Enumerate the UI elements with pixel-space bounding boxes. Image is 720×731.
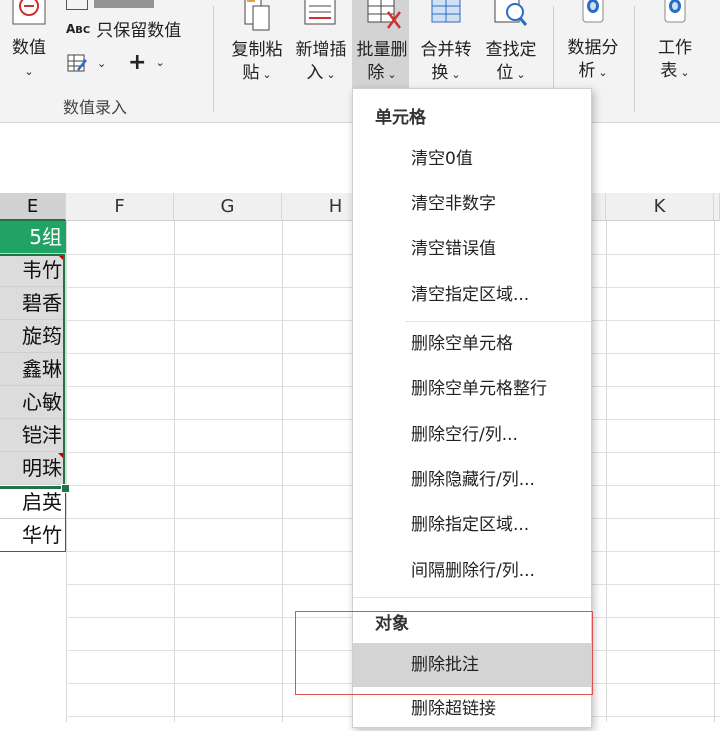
- chevron-down-icon: ⌄: [451, 68, 461, 81]
- insert-label-1: 新增插: [295, 40, 347, 60]
- numeric-button[interactable]: 数值 ⌄: [6, 0, 52, 83]
- menu-item-delete-empty-cells[interactable]: 删除空单元格: [353, 322, 591, 366]
- merge-convert-button[interactable]: 合并转 换 ⌄: [414, 0, 478, 86]
- insert-button[interactable]: 新增插 入 ⌄: [290, 0, 352, 86]
- data-analysis-label-2-text: 析: [578, 61, 596, 81]
- batch-delete-label-2: 除 ⌄: [352, 62, 412, 86]
- plus-icon: +: [128, 50, 147, 75]
- find-icon: [494, 0, 528, 26]
- cell-group-header[interactable]: 5组: [0, 221, 66, 254]
- chevron-down-icon: ⌄: [262, 68, 272, 81]
- batch-delete-label-2-text: 除: [367, 63, 385, 83]
- copy-paste-label-2-text: 贴: [242, 63, 260, 83]
- chevron-down-icon: ⌄: [387, 68, 397, 81]
- abc-icon: ABC: [66, 21, 91, 36]
- merge-label-1: 合并转: [420, 40, 472, 60]
- batch-delete-icon: [367, 0, 401, 29]
- find-label-2: 位 ⌄: [480, 62, 542, 86]
- worksheet-icon: [664, 0, 686, 23]
- chevron-down-icon: ⌄: [24, 65, 34, 78]
- insert-label-2-text: 入: [306, 63, 324, 83]
- column-header-f[interactable]: F: [66, 193, 174, 221]
- fill-handle[interactable]: [61, 484, 70, 493]
- grid-line: [714, 221, 715, 722]
- column-header-k[interactable]: K: [606, 193, 714, 221]
- column-header-g[interactable]: G: [174, 193, 282, 221]
- find-locate-button[interactable]: 查找定 位 ⌄: [480, 0, 542, 86]
- menu-item-delete-range[interactable]: 删除指定区域...: [353, 503, 591, 547]
- format-cells-button[interactable]: ⌄: [66, 52, 106, 74]
- chevron-down-icon: ⌄: [155, 56, 165, 69]
- keep-numeric-button[interactable]: ABC 只保留数值: [66, 16, 181, 41]
- plus-button[interactable]: + ⌄: [128, 50, 165, 75]
- copy-paste-label-1: 复制粘: [231, 40, 283, 60]
- chevron-down-icon: ⌄: [680, 66, 690, 79]
- copy-paste-button[interactable]: 复制粘 贴 ⌄: [226, 0, 288, 86]
- cut-icon: [66, 0, 88, 10]
- grid-line: [282, 221, 283, 722]
- chevron-down-icon: ⌄: [598, 66, 608, 79]
- copy-paste-icon: [244, 0, 270, 31]
- find-label-1: 查找定: [485, 40, 537, 60]
- menu-item-clear-range[interactable]: 清空指定区域...: [353, 273, 591, 317]
- data-analysis-label-1: 数据分: [567, 38, 619, 58]
- merge-label-2-text: 换: [431, 63, 449, 83]
- grid-line: [174, 221, 175, 722]
- menu-item-interval-delete[interactable]: 间隔删除行/列...: [353, 549, 591, 593]
- menu-item-clear-errors[interactable]: 清空错误值: [353, 227, 591, 271]
- insert-label-2: 入 ⌄: [290, 62, 352, 86]
- column-header-e[interactable]: E: [0, 193, 66, 221]
- menu-item-delete-empty-rows-cols[interactable]: 删除空行/列...: [353, 413, 591, 457]
- data-analysis-label-2: 析 ⌄: [560, 60, 626, 84]
- merge-icon: [431, 0, 461, 23]
- batch-delete-label-1: 批量删: [356, 40, 408, 60]
- numeric-icon: [12, 0, 46, 25]
- insert-icon: [304, 0, 336, 25]
- chevron-down-icon: ⌄: [326, 68, 336, 81]
- keep-numeric-label: 只保留数值: [96, 21, 182, 41]
- copy-paste-label-2: 贴 ⌄: [226, 62, 288, 86]
- find-label-2-text: 位: [496, 63, 514, 83]
- batch-delete-button[interactable]: 批量删 除 ⌄: [352, 0, 412, 86]
- column-header-next: [714, 193, 720, 221]
- chevron-down-icon: ⌄: [516, 68, 526, 81]
- grid-line: [606, 221, 607, 722]
- group-separator: [213, 6, 214, 112]
- worksheet-button[interactable]: 工作 表 ⌄: [644, 0, 706, 84]
- worksheet-label-2: 表 ⌄: [644, 60, 706, 84]
- group-label-numeric-entry: 数值录入: [63, 98, 128, 117]
- data-analysis-button[interactable]: 数据分 析 ⌄: [560, 0, 626, 84]
- menu-item-delete-empty-rows[interactable]: 删除空单元格整行: [353, 367, 591, 411]
- table-border: [0, 488, 66, 552]
- menu-separator: [353, 597, 591, 598]
- menu-section-cells: 单元格: [375, 108, 426, 128]
- selection-border: [0, 254, 65, 488]
- small-row-top-cut: [66, 0, 154, 12]
- cut-text-fragment: [94, 0, 154, 8]
- data-analysis-icon: [582, 0, 604, 23]
- grid-line: [66, 221, 67, 722]
- worksheet-label-1: 工作: [658, 38, 692, 58]
- menu-item-clear-zero[interactable]: 清空0值: [353, 137, 591, 181]
- annotation-highlight-box: [295, 611, 593, 695]
- numeric-label: 数值: [12, 38, 46, 58]
- merge-label-2: 换 ⌄: [414, 62, 478, 86]
- chevron-down-icon: ⌄: [97, 56, 107, 70]
- menu-item-delete-hidden[interactable]: 删除隐藏行/列...: [353, 458, 591, 502]
- cell-text: 5组: [29, 225, 62, 249]
- grid-edit-icon: [67, 54, 87, 72]
- menu-item-clear-non-numeric[interactable]: 清空非数字: [353, 182, 591, 226]
- group-separator: [634, 6, 635, 112]
- worksheet-label-2-text: 表: [660, 61, 678, 81]
